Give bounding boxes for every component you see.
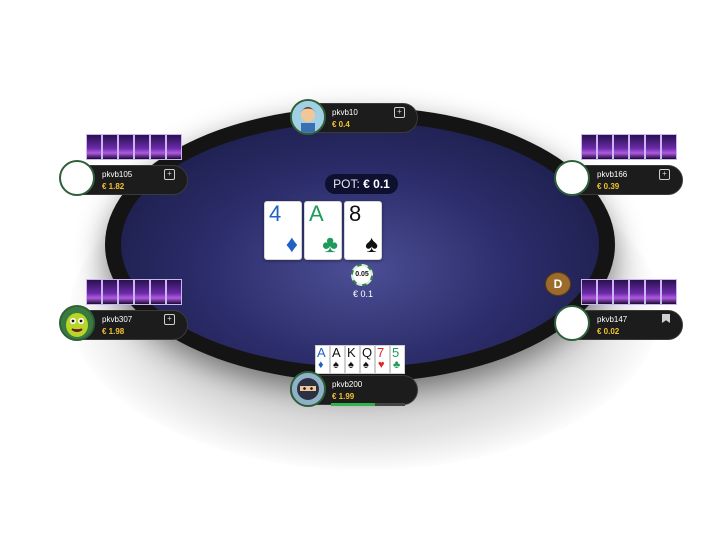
card-back [86, 279, 102, 305]
card-back [613, 279, 629, 305]
spade-suit-icon: ♠ [363, 359, 369, 371]
hero-hole-cards: A ♦ A ♠ K ♠ Q ♠ 7 ♥ 5 ♣ [315, 345, 405, 374]
bet-amount: € 0.1 [352, 289, 374, 299]
spade-suit-icon: ♠ [333, 359, 339, 371]
card-back [166, 134, 182, 160]
player-name: pkvb105 [102, 170, 133, 179]
card-back [661, 134, 677, 160]
ninja-avatar-icon [292, 373, 324, 405]
action-timer-bar [331, 403, 405, 406]
card-back [661, 279, 677, 305]
player-name: pkvb166 [597, 170, 628, 179]
player-stack: € 1.82 [102, 182, 125, 191]
player-stack: € 0.4 [332, 120, 350, 129]
card-back [86, 134, 102, 160]
card-rank: A [317, 345, 326, 360]
card-rank: A [309, 201, 324, 226]
card-back [134, 279, 150, 305]
heart-suit-icon: ♥ [378, 359, 385, 371]
hero-card: K ♠ [345, 345, 360, 374]
card-back [150, 279, 166, 305]
card-back [581, 134, 597, 160]
card-back [134, 134, 150, 160]
card-back [581, 279, 597, 305]
player-name: pkvb307 [102, 315, 133, 324]
club-suit-icon: ♣ [393, 359, 401, 371]
hero-card: A ♦ [315, 345, 330, 374]
spade-suit-icon: ♠ [348, 359, 354, 371]
board-card: 8 ♠ [344, 201, 382, 260]
card-back [166, 279, 182, 305]
card-back [645, 134, 661, 160]
man-avatar-icon [292, 101, 324, 133]
card-back [629, 134, 645, 160]
card-back [629, 279, 645, 305]
player-stack: € 0.02 [597, 327, 620, 336]
player-stack: € 1.99 [332, 392, 355, 401]
hero-card: 5 ♣ [390, 345, 405, 374]
player-name: pkvb10 [332, 108, 358, 117]
card-back [102, 134, 118, 160]
card-back [613, 134, 629, 160]
card-back [597, 279, 613, 305]
card-rank: 8 [349, 201, 362, 226]
opponent-cards [86, 279, 182, 305]
add-icon[interactable]: + [164, 169, 175, 180]
avatar[interactable] [59, 305, 95, 341]
add-icon[interactable]: + [164, 314, 175, 325]
avatar[interactable] [290, 371, 326, 407]
diamond-suit-icon: ♦ [285, 231, 298, 258]
monster-avatar-icon [61, 307, 93, 339]
card-rank: 7 [377, 345, 385, 360]
player-stack: € 1.98 [102, 327, 125, 336]
note-icon[interactable] [662, 314, 670, 323]
chip-value: 0.05 [353, 266, 371, 284]
card-back [102, 279, 118, 305]
card-back [118, 279, 134, 305]
avatar[interactable] [290, 99, 326, 135]
hero-card: Q ♠ [360, 345, 375, 374]
card-back [597, 134, 613, 160]
avatar[interactable] [59, 160, 95, 196]
action-timer-fill [331, 403, 376, 406]
player-name: pkvb147 [597, 315, 628, 324]
opponent-cards [581, 134, 677, 160]
add-icon[interactable]: + [659, 169, 670, 180]
diamond-suit-icon: ♦ [318, 359, 324, 371]
hero-card: 7 ♥ [375, 345, 390, 374]
player-name: pkvb200 [332, 380, 363, 389]
player-stack: € 0.39 [597, 182, 620, 191]
card-back [150, 134, 166, 160]
opponent-cards [86, 134, 182, 160]
opponent-cards [581, 279, 677, 305]
board-card: 4 ♦ [264, 201, 302, 260]
club-suit-icon: ♣ [322, 231, 338, 258]
avatar[interactable] [554, 160, 590, 196]
card-rank: 5 [392, 345, 400, 360]
card-rank: A [332, 345, 341, 360]
hero-card: A ♠ [330, 345, 345, 374]
pot-label: POT: [333, 177, 360, 191]
card-rank: K [347, 345, 356, 360]
card-rank: Q [362, 345, 373, 360]
card-back [118, 134, 134, 160]
avatar[interactable] [554, 305, 590, 341]
card-rank: 4 [269, 201, 282, 226]
dealer-button: D [545, 272, 571, 296]
add-icon[interactable]: + [394, 107, 405, 118]
board-card: A ♣ [304, 201, 342, 260]
pot-amount: € 0.1 [363, 177, 390, 191]
pot-display: POT: € 0.1 [325, 174, 398, 194]
card-back [645, 279, 661, 305]
spade-suit-icon: ♠ [365, 231, 378, 258]
community-cards: 4 ♦ A ♣ 8 ♠ [264, 201, 382, 260]
